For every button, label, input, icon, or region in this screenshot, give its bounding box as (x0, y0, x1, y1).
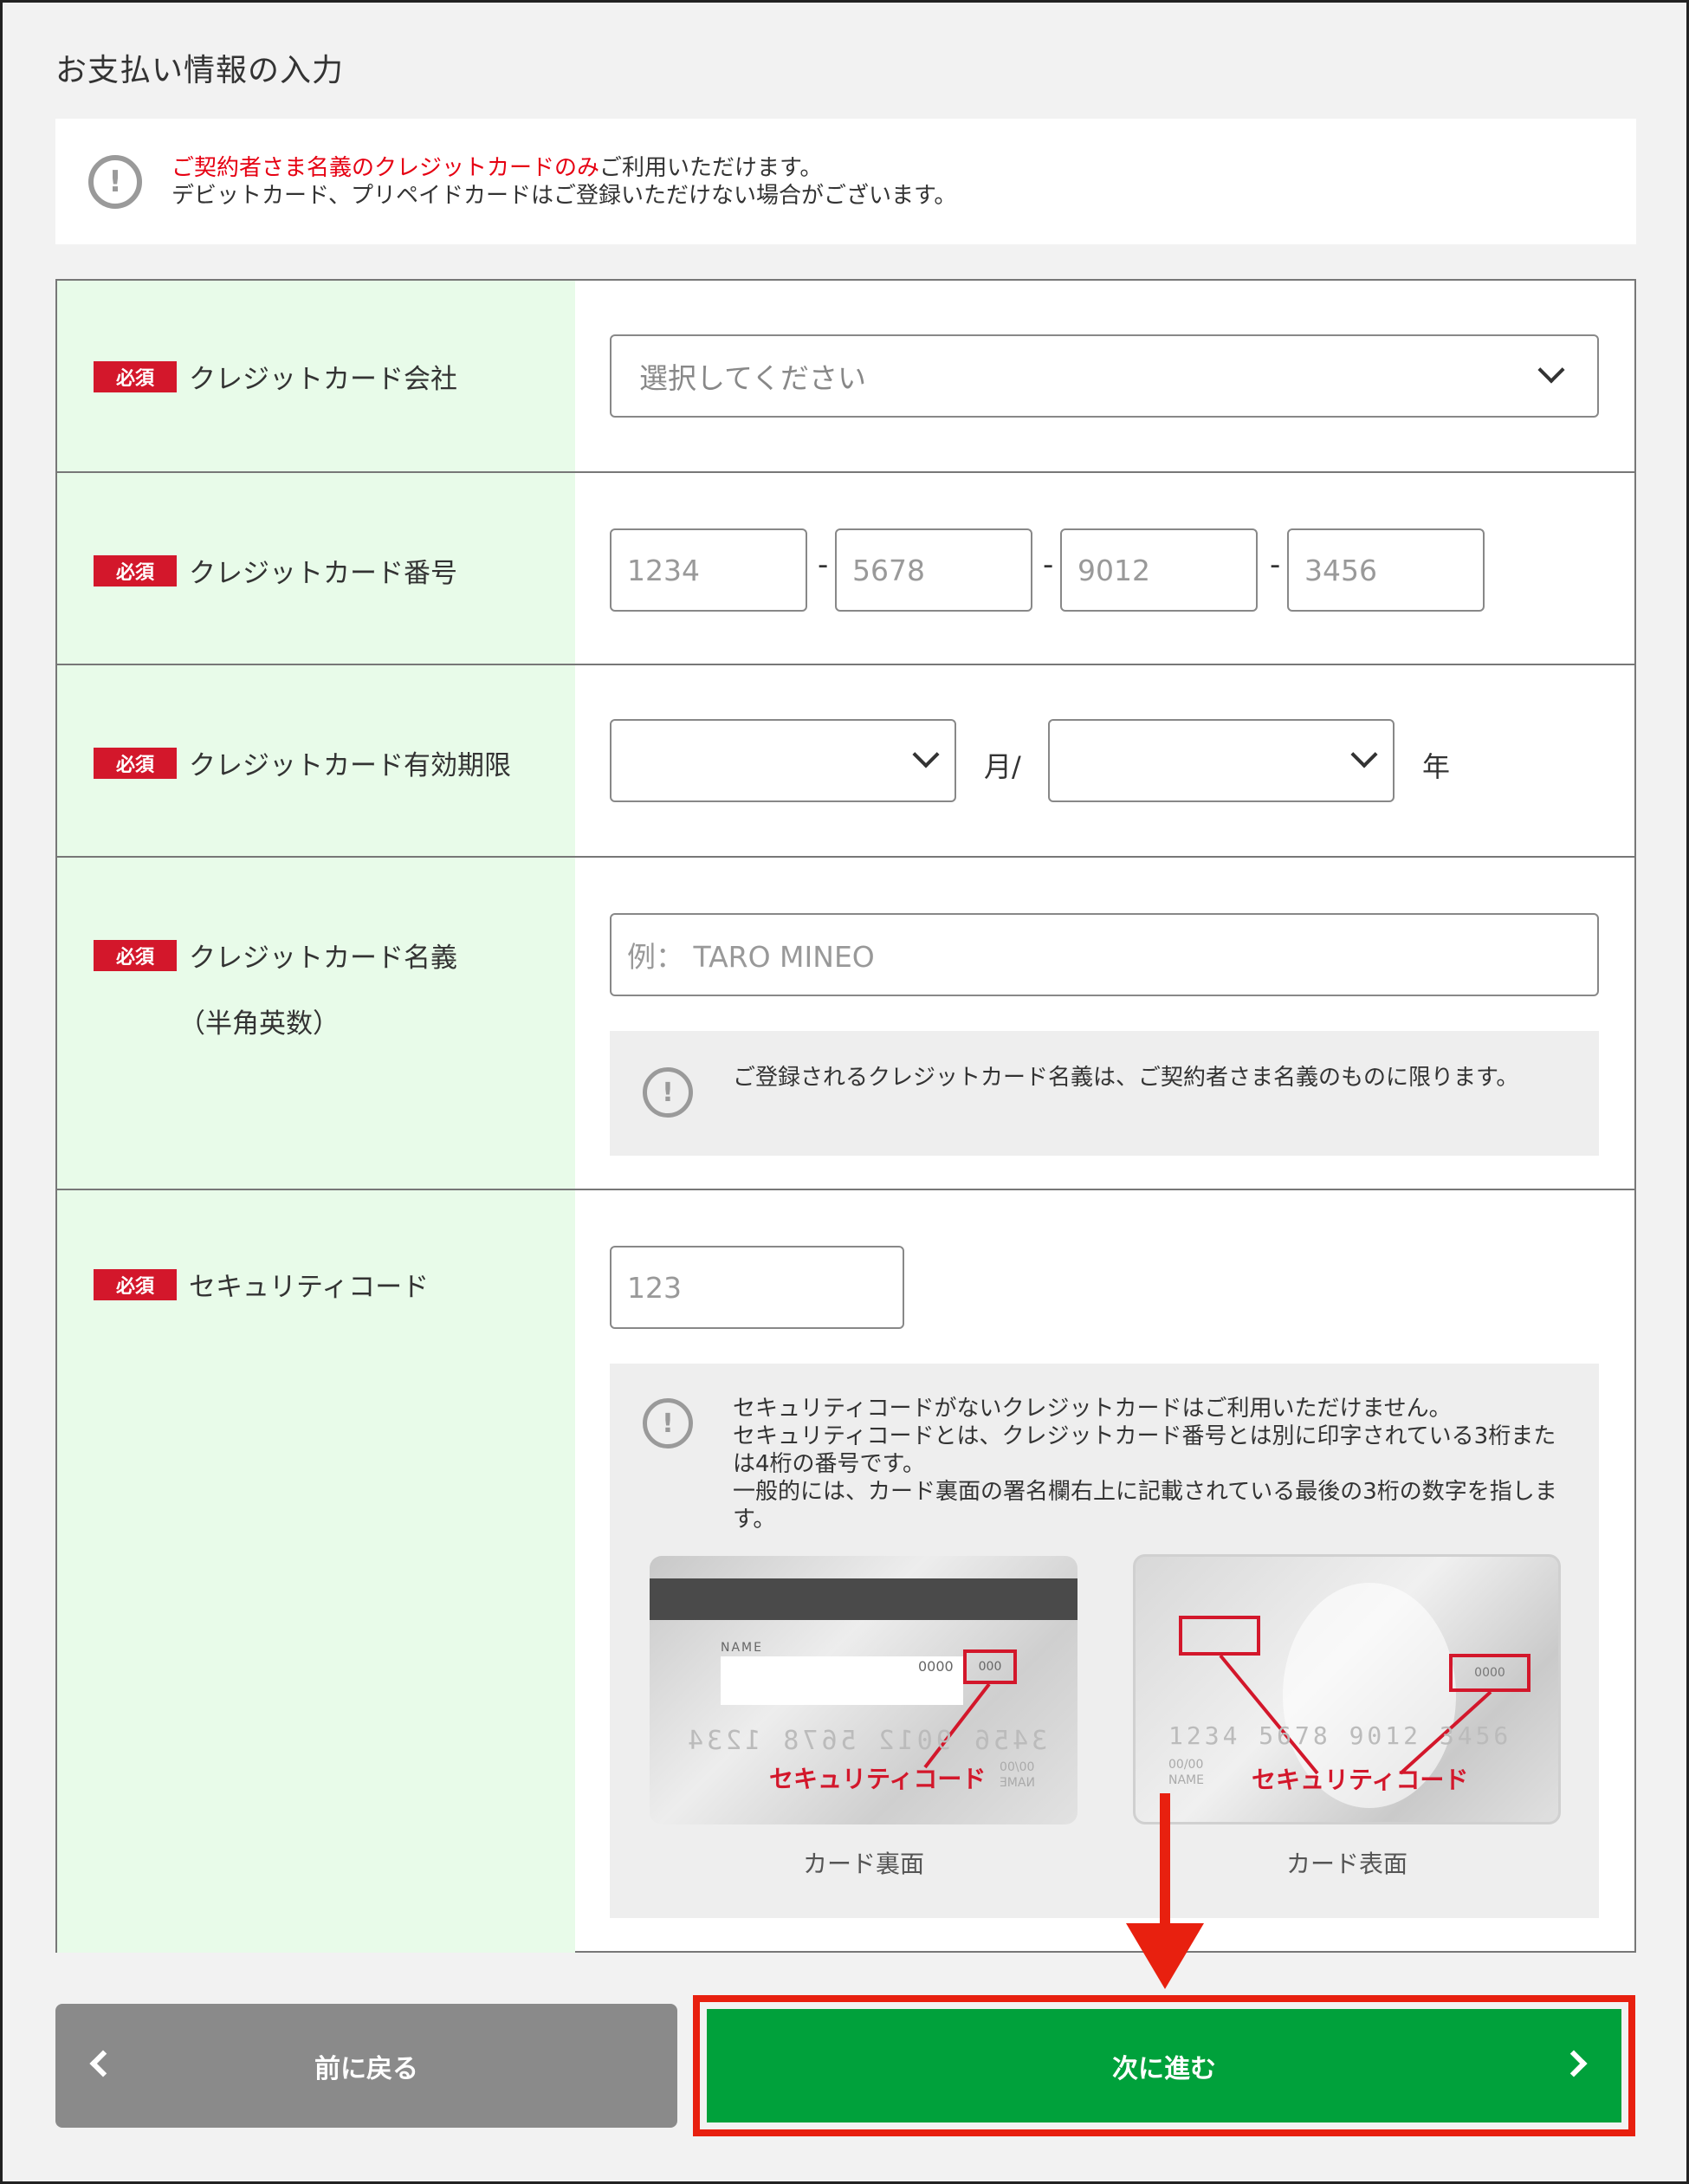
payment-form: 必須 クレジットカード会社 選択してください 必須 クレジットカード番号 123… (55, 279, 1636, 1953)
required-badge: 必須 (94, 939, 177, 971)
card-name-label: クレジットカード名義 (189, 943, 457, 974)
notice-text-1: ご利用いただけます。 (599, 154, 823, 181)
row-security-code: 必須 セキュリティコード 123 ! セキュリティコードがないクレジットカードは… (57, 1190, 1634, 1953)
placeholder: 例： TARO MINEO (627, 940, 875, 974)
security-note-line: 一般的には、カード裏面の署名欄右上に記載されている最後の3桁の数字を指します。 (733, 1479, 1557, 1533)
separator: - (818, 548, 829, 582)
placeholder: 1234 (627, 553, 700, 587)
row-card-name: 必須 クレジットカード名義 （半角英数） 例： TARO MINEO ! ご登録… (57, 858, 1634, 1190)
card-back-name2: NAME (1000, 1776, 1035, 1790)
row-field: 例： TARO MINEO ! ご登録されるクレジットカード名義は、ご契約者さま… (575, 858, 1634, 1189)
card-front-illustration: 0000 1234 5678 9012 3456 00/00 NAME セキュリ… (1133, 1554, 1561, 1824)
exclamation-icon: ! (88, 154, 142, 209)
chevron-left-icon (89, 2050, 117, 2077)
page-title: お支払い情報の入力 (55, 53, 345, 88)
back-button-label: 前に戻る (314, 2053, 418, 2084)
card-number-input-2[interactable]: 5678 (835, 528, 1032, 612)
row-field: 選択してください (575, 281, 1634, 471)
back-button[interactable]: 前に戻る (55, 2004, 677, 2128)
card-front-name: NAME (1168, 1773, 1204, 1787)
row-card-company: 必須 クレジットカード会社 選択してください (57, 281, 1634, 473)
card-back-illustration: NAME 0000 000 3456 9012 5678 1234 セキュリティ… (650, 1556, 1077, 1824)
card-back-callout: セキュリティコード (769, 1765, 987, 1793)
security-code-input[interactable]: 123 (610, 1246, 904, 1329)
required-badge: 必須 (94, 747, 177, 779)
card-back-number: 3456 9012 5678 1234 (684, 1726, 1048, 1756)
row-field: 月/ 年 (575, 665, 1634, 856)
row-label: 必須 クレジットカード有効期限 (57, 665, 575, 856)
card-company-label: クレジットカード会社 (189, 364, 457, 395)
expiry-month-select[interactable] (610, 719, 956, 802)
notice-text: ご契約者さま名義のクレジットカードのみご利用いただけます。 デビットカード、プリ… (171, 154, 956, 210)
card-name-note: ! ご登録されるクレジットカード名義は、ご契約者さま名義のものに限ります。 (610, 1031, 1599, 1156)
separator: - (1270, 548, 1281, 582)
card-name-note-text: ご登録されるクレジットカード名義は、ご契約者さま名義のものに限ります。 (733, 1065, 1519, 1091)
security-code-note-text: セキュリティコードがないクレジットカードはご利用いただけません。 セキュリティコ… (733, 1395, 1573, 1533)
placeholder: 3456 (1304, 553, 1377, 587)
exclamation-icon: ! (643, 1398, 693, 1448)
row-label: 必須 クレジットカード会社 (57, 281, 575, 471)
next-button[interactable]: 次に進む (707, 2009, 1621, 2122)
exclamation-icon: ! (643, 1067, 693, 1118)
card-front-date: 00/00 (1168, 1758, 1204, 1772)
card-expiry-label: クレジットカード有効期限 (189, 750, 511, 781)
expiry-year-select[interactable] (1048, 719, 1395, 802)
card-back-date: 00/00 (1000, 1760, 1035, 1774)
row-field: 1234 - 5678 - 9012 - 3456 (575, 473, 1634, 664)
row-label: 必須 クレジットカード番号 (57, 473, 575, 664)
card-front-number: 1234 5678 9012 3456 (1168, 1721, 1512, 1750)
placeholder: 9012 (1077, 553, 1150, 587)
row-label: 必須 クレジットカード名義 （半角英数） (57, 858, 575, 1189)
notice-box: ! ご契約者さま名義のクレジットカードのみご利用いただけます。 デビットカード、… (55, 119, 1636, 244)
card-number-input-1[interactable]: 1234 (610, 528, 807, 612)
month-unit: 月/ (984, 750, 1021, 783)
security-note-line: セキュリティコードとは、クレジットカード番号とは別に印字されている3桁または4桁… (733, 1423, 1556, 1477)
card-company-select[interactable]: 選択してください (610, 334, 1599, 418)
card-back-caption: カード裏面 (802, 1850, 924, 1878)
security-code-label: セキュリティコード (189, 1272, 430, 1303)
separator: - (1043, 548, 1054, 582)
chevron-down-icon (912, 741, 940, 768)
card-company-placeholder: 選択してください (639, 361, 867, 395)
card-name-input[interactable]: 例： TARO MINEO (610, 913, 1599, 996)
chevron-down-icon (1537, 356, 1565, 384)
required-badge: 必須 (94, 360, 177, 392)
placeholder: 5678 (852, 553, 925, 587)
card-number-input-4[interactable]: 3456 (1287, 528, 1485, 612)
required-badge: 必須 (94, 1268, 177, 1300)
chevron-down-icon (1350, 741, 1378, 768)
notice-text-2: デビットカード、プリペイドカードはご登録いただけない場合がございます。 (171, 182, 957, 209)
chevron-right-icon (1560, 2050, 1588, 2077)
card-number-input-3[interactable]: 9012 (1060, 528, 1258, 612)
card-front-callout: セキュリティコード (1252, 1766, 1469, 1794)
row-card-number: 必須 クレジットカード番号 1234 - 5678 - 9012 - 3456 (57, 473, 1634, 665)
card-number-label: クレジットカード番号 (189, 558, 457, 589)
required-badge: 必須 (94, 554, 177, 587)
security-note-line: セキュリティコードがないクレジットカードはご利用いただけません。 (733, 1396, 1452, 1422)
card-name-sublabel: （半角英数） (178, 1008, 340, 1040)
row-card-expiry: 必須 クレジットカード有効期限 月/ 年 (57, 665, 1634, 858)
notice-red-text: ご契約者さま名義のクレジットカードのみ (171, 154, 600, 181)
row-field: 123 ! セキュリティコードがないクレジットカードはご利用いただけません。 セ… (575, 1190, 1634, 1953)
row-label: 必須 セキュリティコード (57, 1190, 575, 1953)
next-button-label: 次に進む (1112, 2053, 1216, 2084)
year-unit: 年 (1422, 750, 1451, 783)
placeholder: 123 (627, 1270, 682, 1305)
security-code-note: ! セキュリティコードがないクレジットカードはご利用いただけません。 セキュリテ… (610, 1364, 1599, 1918)
annotation-arrow-icon (1126, 1793, 1204, 1989)
